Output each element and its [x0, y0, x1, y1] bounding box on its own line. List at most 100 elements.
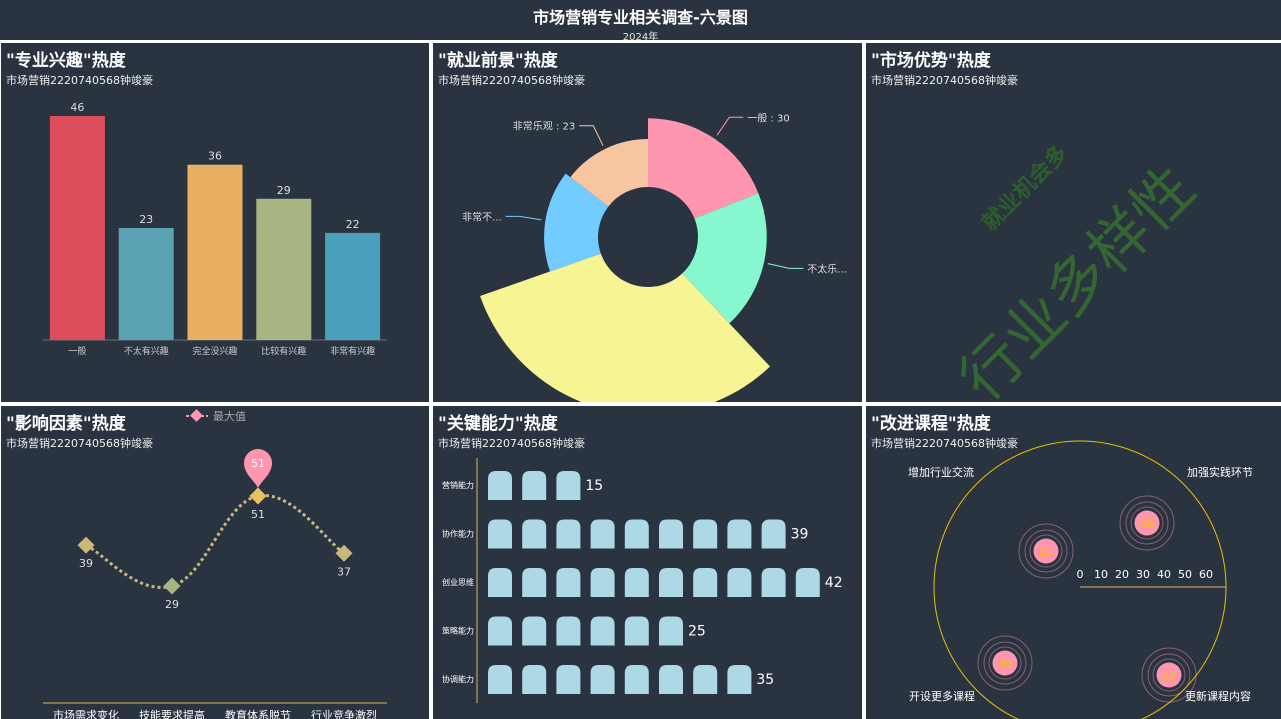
pictorial-symbol	[693, 519, 718, 549]
radius-tick-label: 60	[1199, 568, 1213, 581]
factors-line-chart: 最大值 39 市场需求变化 29 技能要求提高 51 教育体系脱节 37 行业竞争激烈 51	[43, 409, 387, 719]
x-tick-label: 行业竞争激烈	[311, 708, 377, 719]
prospect-rose-chart: 一般 : 30不太乐...比较乐观 : 50非常不...非常乐观 : 23	[462, 111, 847, 402]
pictorial-symbol	[590, 519, 615, 549]
y-tick-label: 策略能力	[442, 626, 474, 636]
pictorial-symbol	[590, 616, 615, 646]
interest-panel: "专业兴趣"热度 市场营销2220740568钟竣豪 46 一般 23 不太有兴趣 36…	[1, 43, 429, 402]
label-leader-line	[505, 215, 542, 221]
pictorial-symbol	[522, 616, 547, 646]
angle-category-label: 增加行业交流	[908, 465, 974, 479]
point-value-label: 39	[79, 557, 93, 570]
bar-value-label: 23	[139, 213, 153, 226]
advantage-wordcloud: 行业多样性 就业机会多	[947, 140, 1209, 402]
bar	[256, 198, 312, 340]
pictorial-symbol	[488, 616, 512, 646]
pictorial-symbol	[659, 665, 683, 694]
bar-value-label: 39	[791, 527, 809, 543]
pictorial-symbol	[761, 519, 786, 549]
radius-tick-label: 20	[1115, 568, 1129, 581]
interest-bar-chart: 46 一般 23 不太有兴趣 36 完全没兴趣 29 比较有兴趣 22 非常有兴趣	[43, 101, 387, 357]
pictorial-symbol	[488, 568, 512, 597]
slice-label: 非常乐观 : 23	[513, 120, 575, 133]
skills-pictorial-chart: 营销能力 15 协作能力 39 创业思维 42 策略能力 25 协调能力 35	[442, 458, 843, 703]
y-tick-label: 协作能力	[442, 529, 474, 539]
pictorial-symbol	[659, 616, 683, 646]
bar-value-label: 22	[346, 218, 360, 231]
x-tick-label: 非常有兴趣	[330, 345, 375, 357]
radius-tick-label: 10	[1094, 568, 1108, 581]
bar-value-label: 36	[208, 150, 222, 163]
angle-category-label: 更新课程内容	[1185, 689, 1251, 703]
label-leader-line	[767, 263, 804, 269]
pictorial-symbol	[488, 471, 512, 500]
x-tick-label: 比较有兴趣	[261, 345, 306, 357]
max-value-label: 51	[251, 457, 265, 470]
pictorial-symbol	[727, 665, 752, 694]
pictorial-symbol	[659, 568, 683, 597]
x-tick-label: 教育体系脱节	[225, 708, 291, 719]
data-point	[77, 536, 95, 554]
bar-value-label: 35	[756, 672, 774, 688]
y-tick-label: 创业思维	[442, 577, 474, 587]
point-value-label: 37	[337, 565, 351, 578]
point-value-label: 52	[1162, 669, 1176, 682]
x-tick-label: 一般	[68, 345, 86, 357]
factors-legend-label: 最大值	[213, 409, 246, 423]
pictorial-symbol	[624, 665, 649, 694]
bar	[187, 164, 243, 340]
wordcloud-word-1: 行业多样性	[947, 153, 1209, 402]
pictorial-symbol	[795, 568, 820, 597]
pictorial-symbol	[556, 665, 581, 694]
slice-label: 一般 : 30	[747, 111, 789, 124]
advantage-panel: "市场优势"热度 市场营销2220740568钟竣豪 行业多样性 就业机会多	[866, 43, 1281, 402]
pictorial-symbol	[727, 519, 752, 549]
pictorial-symbol	[659, 519, 683, 549]
pictorial-symbol	[693, 568, 718, 597]
skills-panel: "关键能力"热度 市场营销2220740568钟竣豪 营销能力 15 协作能力 39 创…	[433, 406, 862, 719]
page-subtitle: 2024年	[622, 32, 659, 43]
radius-tick-label: 50	[1178, 568, 1192, 581]
page-header: 市场营销专业相关调查-六景图 2024年	[0, 0, 1281, 43]
pictorial-symbol	[761, 568, 786, 597]
pictorial-symbol	[727, 568, 752, 597]
bar-value-label: 42	[825, 575, 843, 591]
bar	[118, 228, 174, 340]
y-tick-label: 营销能力	[442, 480, 474, 490]
slice-label: 不太乐...	[807, 262, 847, 275]
pictorial-symbol	[488, 519, 512, 549]
pictorial-symbol	[556, 471, 581, 500]
pictorial-symbol	[590, 665, 615, 694]
y-tick-label: 协调能力	[442, 674, 474, 684]
bar-value-label: 15	[585, 478, 603, 494]
courses-polar-chart: 0 10 20 30 40 50 60 增加行业交流 加强实践环节开设更多课程 更新课程内容 21 3…	[908, 440, 1253, 719]
pictorial-symbol	[522, 471, 547, 500]
point-value-label: 45	[998, 657, 1012, 670]
data-point	[163, 577, 181, 595]
point-value-label: 21	[1039, 545, 1053, 558]
factors-panel: "影响因素"热度 市场营销2220740568钟竣豪 最大值 39 市场需求变化 2…	[1, 406, 429, 719]
bar	[325, 232, 381, 340]
data-point	[249, 487, 267, 505]
pictorial-symbol	[556, 519, 581, 549]
bar	[49, 116, 105, 340]
legend-diamond-icon	[190, 409, 203, 422]
slice-label: 非常不...	[462, 210, 502, 223]
pictorial-symbol	[556, 568, 581, 597]
pictorial-symbol	[522, 568, 547, 597]
pictorial-symbol	[624, 519, 649, 549]
point-value-label: 38	[1140, 517, 1154, 530]
bar-value-label: 29	[277, 184, 291, 197]
radius-tick-label: 30	[1136, 568, 1150, 581]
bar-value-label: 46	[70, 101, 84, 114]
pictorial-symbol	[590, 568, 615, 597]
series-line	[85, 494, 345, 589]
angle-category-label: 加强实践环节	[1187, 465, 1253, 479]
courses-panel: "改进课程"热度 市场营销2220740568钟竣豪 0 10 20 30 40 50 60…	[866, 406, 1281, 719]
pictorial-symbol	[522, 665, 547, 694]
factors-legend[interactable]: 最大值	[186, 409, 246, 423]
radius-tick-label: 0	[1077, 568, 1084, 581]
label-leader-line	[716, 116, 744, 136]
wordcloud-word-2: 就业机会多	[977, 140, 1073, 236]
angle-category-label: 开设更多课程	[909, 689, 975, 703]
